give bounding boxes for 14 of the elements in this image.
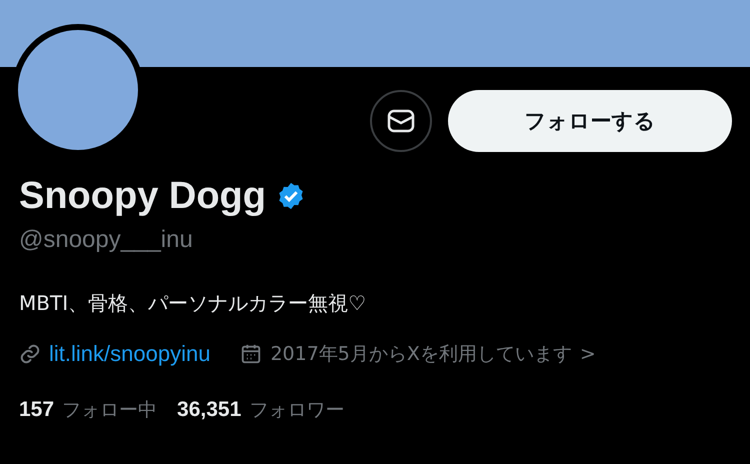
join-date: 2017年5月からXを利用しています bbox=[270, 342, 572, 367]
user-handle: @snoopy___inu bbox=[19, 226, 194, 254]
display-name: Snoopy Dogg bbox=[19, 174, 266, 218]
follow-button[interactable]: フォローする bbox=[448, 90, 732, 152]
envelope-icon bbox=[387, 109, 415, 133]
stat-count[interactable]: 157 bbox=[19, 398, 54, 422]
stat-label[interactable]: フォロー中 bbox=[62, 397, 158, 423]
website-link[interactable]: lit.link/snoopyinu bbox=[49, 341, 210, 367]
bio-text: MBTI、骨格、パーソナルカラー無視♡ bbox=[19, 290, 368, 317]
stat-label[interactable]: フォロワー bbox=[249, 397, 344, 423]
stat-count[interactable]: 36,351 bbox=[177, 398, 242, 422]
link-icon bbox=[19, 343, 41, 365]
chevron-icon[interactable]: > bbox=[580, 343, 596, 365]
calendar-icon bbox=[240, 343, 262, 365]
